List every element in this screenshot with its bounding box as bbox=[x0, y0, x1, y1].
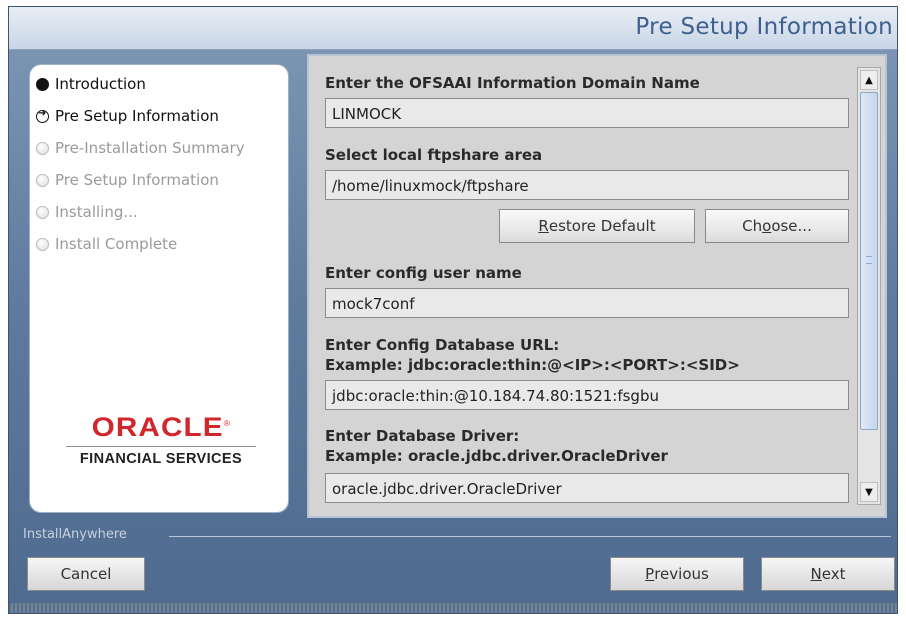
footer-strip bbox=[9, 603, 897, 613]
restore-default-button[interactable]: Restore Default bbox=[499, 209, 695, 243]
config-db-url-input[interactable]: jdbc:oracle:thin:@10.184.74.80:1521:fsgb… bbox=[325, 380, 849, 410]
empty-circle-icon bbox=[36, 141, 49, 155]
choose-button[interactable]: Ch o ose... bbox=[705, 209, 849, 243]
step-label: Pre-Installation Summary bbox=[55, 139, 245, 157]
config-db-url-label: Enter Config Database URL: bbox=[325, 336, 560, 354]
footer-divider bbox=[169, 536, 891, 537]
installer-window: Pre Setup Information Introduction Pre S… bbox=[8, 6, 898, 614]
arrow-circle-icon bbox=[36, 108, 49, 123]
oracle-wordmark: ORACLE® bbox=[91, 412, 231, 442]
config-user-label: Enter config user name bbox=[325, 264, 522, 282]
step-pre-setup-information: Pre Setup Information bbox=[36, 105, 219, 127]
vertical-scrollbar[interactable]: ▲ ▼ bbox=[857, 67, 881, 505]
scroll-down-arrow-icon[interactable]: ▼ bbox=[860, 482, 878, 502]
step-pre-setup-information-2: Pre Setup Information bbox=[36, 169, 219, 191]
empty-circle-icon bbox=[36, 237, 49, 251]
db-driver-input[interactable]: oracle.jdbc.driver.OracleDriver bbox=[325, 473, 849, 503]
previous-button[interactable]: Previous bbox=[610, 557, 744, 591]
logo-divider bbox=[66, 446, 256, 447]
step-install-complete: Install Complete bbox=[36, 233, 177, 255]
config-db-url-example: Example: jdbc:oracle:thin:@<IP>:<PORT>:<… bbox=[325, 356, 740, 374]
ftpshare-label: Select local ftpshare area bbox=[325, 146, 543, 164]
db-driver-label: Enter Database Driver: bbox=[325, 427, 520, 445]
scrollbar-thumb[interactable] bbox=[860, 92, 878, 430]
step-pre-installation-summary: Pre-Installation Summary bbox=[36, 137, 245, 159]
financial-services-label: FINANCIAL SERVICES bbox=[79, 451, 243, 467]
db-driver-example: Example: oracle.jdbc.driver.OracleDriver bbox=[325, 447, 668, 465]
empty-circle-icon bbox=[36, 205, 49, 219]
ftpshare-input[interactable]: /home/linuxmock/ftpshare bbox=[325, 170, 849, 200]
empty-circle-icon bbox=[36, 173, 49, 187]
step-label: Install Complete bbox=[55, 235, 178, 253]
cancel-button[interactable]: Cancel bbox=[27, 557, 145, 591]
info-domain-input[interactable]: LINMOCK bbox=[325, 98, 849, 128]
steps-panel: Introduction Pre Setup Information Pre-I… bbox=[29, 64, 289, 513]
oracle-logo: ORACLE® FINANCIAL SERVICES bbox=[54, 412, 268, 467]
form-panel: Enter the OFSAAI Information Domain Name… bbox=[307, 54, 887, 518]
step-label: Installing... bbox=[55, 203, 138, 221]
step-installing: Installing... bbox=[36, 201, 138, 223]
step-label: Introduction bbox=[55, 75, 146, 93]
title-bar: Pre Setup Information bbox=[9, 7, 897, 50]
step-label: Pre Setup Information bbox=[55, 171, 219, 189]
config-user-input[interactable]: mock7conf bbox=[325, 288, 849, 318]
step-introduction: Introduction bbox=[36, 73, 146, 95]
scrollbar-grip bbox=[866, 256, 872, 264]
scroll-up-arrow-icon[interactable]: ▲ bbox=[860, 70, 878, 90]
window-title: Pre Setup Information bbox=[635, 14, 893, 40]
filled-circle-icon bbox=[36, 77, 49, 91]
next-button[interactable]: Next bbox=[761, 557, 895, 591]
step-label: Pre Setup Information bbox=[55, 107, 219, 125]
installanywhere-label: InstallAnywhere bbox=[23, 527, 127, 542]
info-domain-label: Enter the OFSAAI Information Domain Name bbox=[325, 74, 700, 92]
